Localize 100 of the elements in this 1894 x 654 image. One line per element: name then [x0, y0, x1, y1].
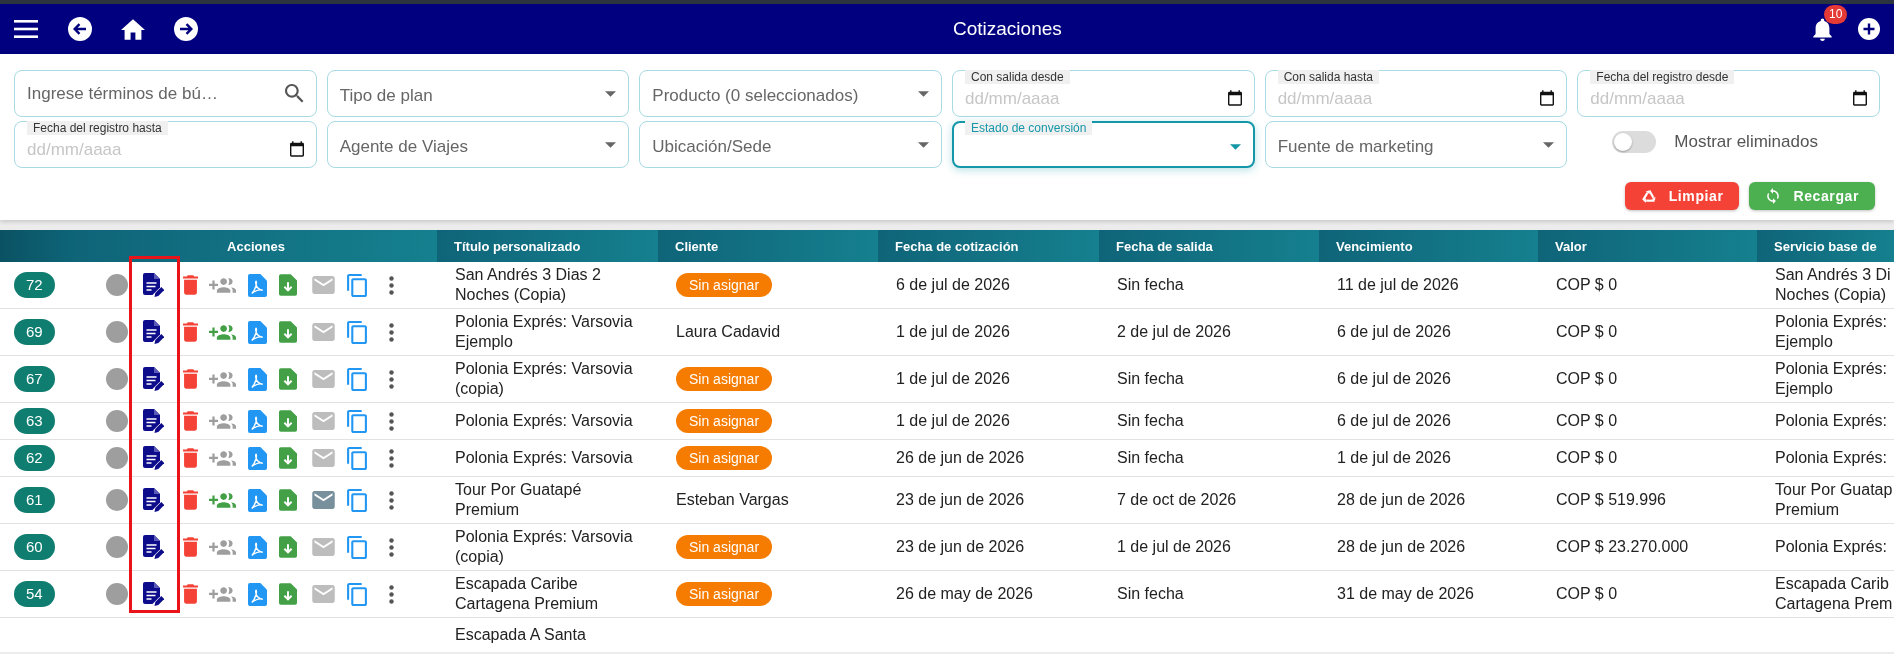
- status-dot-icon[interactable]: [106, 447, 128, 469]
- status-dot-icon[interactable]: [106, 368, 128, 390]
- document-edit-icon[interactable]: [143, 582, 164, 606]
- copy-icon[interactable]: [347, 535, 367, 559]
- client-badge: Sin asignar: [676, 582, 773, 606]
- trash-icon[interactable]: [183, 322, 198, 342]
- quote-title: San Andrés 3 Dias 2 Noches (Copia): [455, 265, 602, 305]
- copy-icon[interactable]: [347, 446, 367, 470]
- more-options-icon[interactable]: [389, 584, 394, 604]
- status-dot-icon[interactable]: [106, 274, 128, 296]
- dropdown-field[interactable]: Fuente de marketing: [1264, 121, 1568, 168]
- mail-icon[interactable]: [312, 276, 335, 294]
- quote-date: 23 de jun de 2026: [896, 537, 1025, 557]
- mail-icon[interactable]: [312, 323, 335, 341]
- toggle-switch[interactable]: [1612, 130, 1657, 153]
- mail-icon[interactable]: [312, 585, 335, 603]
- add-people-icon[interactable]: [209, 370, 236, 388]
- copy-icon[interactable]: [347, 273, 367, 297]
- departure-date: 1 de jul de 2026: [1117, 537, 1231, 557]
- file-download-icon[interactable]: [279, 583, 297, 605]
- pdf-icon[interactable]: [248, 582, 267, 606]
- pdf-icon[interactable]: [248, 320, 267, 344]
- copy-icon[interactable]: [347, 488, 367, 512]
- status-dot-icon[interactable]: [106, 321, 128, 343]
- trash-icon[interactable]: [183, 411, 198, 431]
- add-people-icon[interactable]: [209, 412, 236, 430]
- file-download-icon[interactable]: [279, 447, 297, 469]
- quote-date: 1 de jul de 2026: [896, 369, 1010, 389]
- home-icon[interactable]: [121, 18, 145, 40]
- menu-icon[interactable]: [14, 20, 38, 38]
- pdf-icon[interactable]: [248, 367, 267, 391]
- file-download-icon[interactable]: [279, 321, 297, 343]
- copy-icon[interactable]: [347, 367, 367, 391]
- more-options-icon[interactable]: [389, 275, 394, 295]
- pdf-icon[interactable]: [248, 446, 267, 470]
- more-options-icon[interactable]: [389, 537, 394, 557]
- pdf-icon[interactable]: [248, 273, 267, 297]
- copy-icon[interactable]: [347, 320, 367, 344]
- more-options-icon[interactable]: [389, 369, 394, 389]
- service-name: Polonia Exprés:: [1775, 411, 1888, 431]
- column-header: Cliente: [658, 230, 878, 262]
- back-icon[interactable]: [68, 17, 92, 41]
- mail-icon[interactable]: [312, 370, 335, 388]
- document-edit-icon[interactable]: [143, 488, 164, 512]
- pdf-icon[interactable]: [248, 488, 267, 512]
- more-options-icon[interactable]: [389, 490, 394, 510]
- mail-icon[interactable]: [312, 491, 335, 509]
- mail-icon[interactable]: [312, 449, 335, 467]
- dropdown-field[interactable]: Ubicación/Sede: [639, 121, 942, 168]
- copy-icon[interactable]: [347, 409, 367, 433]
- trash-icon[interactable]: [183, 448, 198, 468]
- document-edit-icon[interactable]: [143, 367, 164, 391]
- add-people-icon[interactable]: [209, 276, 236, 294]
- document-edit-icon[interactable]: [143, 320, 164, 344]
- column-header: Acciones: [75, 230, 437, 262]
- add-people-icon[interactable]: [209, 323, 236, 341]
- file-download-icon[interactable]: [279, 410, 297, 432]
- dropdown-field[interactable]: Producto (0 seleccionados): [639, 70, 942, 117]
- add-people-icon[interactable]: [209, 449, 236, 467]
- add-people-icon[interactable]: [209, 585, 236, 603]
- file-download-icon[interactable]: [279, 536, 297, 558]
- document-edit-icon[interactable]: [143, 409, 164, 433]
- status-dot-icon[interactable]: [106, 410, 128, 432]
- add-people-icon[interactable]: [209, 491, 236, 509]
- quote-title: Escapada Caribe Cartagena Premium: [455, 574, 600, 614]
- forward-icon[interactable]: [174, 17, 198, 41]
- document-edit-icon[interactable]: [143, 446, 164, 470]
- clear-button[interactable]: Limpiar: [1624, 182, 1740, 210]
- trash-icon[interactable]: [183, 275, 198, 295]
- bell-icon[interactable]: [1813, 17, 1832, 41]
- more-options-icon[interactable]: [389, 411, 394, 431]
- copy-icon[interactable]: [347, 582, 367, 606]
- document-edit-icon[interactable]: [143, 273, 164, 297]
- file-download-icon[interactable]: [279, 274, 297, 296]
- date-field[interactable]: Con salida desde dd/mm/aaaa: [952, 70, 1255, 117]
- more-options-icon[interactable]: [389, 322, 394, 342]
- date-field[interactable]: Fecha del registro desde dd/mm/aaaa: [1577, 70, 1880, 117]
- mail-icon[interactable]: [312, 412, 335, 430]
- dropdown-field[interactable]: Agente de Viajes: [326, 121, 630, 168]
- file-download-icon[interactable]: [279, 368, 297, 390]
- trash-icon[interactable]: [183, 369, 198, 389]
- file-download-icon[interactable]: [279, 489, 297, 511]
- trash-icon[interactable]: [183, 537, 198, 557]
- document-edit-icon[interactable]: [143, 535, 164, 559]
- add-icon[interactable]: [1858, 18, 1880, 40]
- dropdown-field[interactable]: Tipo de plan: [326, 70, 630, 117]
- status-dot-icon[interactable]: [106, 536, 128, 558]
- trash-icon[interactable]: [183, 584, 198, 604]
- trash-icon[interactable]: [183, 490, 198, 510]
- date-field[interactable]: Con salida hasta dd/mm/aaaa: [1264, 70, 1568, 117]
- mail-icon[interactable]: [312, 538, 335, 556]
- pdf-icon[interactable]: [248, 409, 267, 433]
- status-dot-icon[interactable]: [106, 489, 128, 511]
- add-people-icon[interactable]: [209, 538, 236, 556]
- date-field[interactable]: Fecha del registro hasta dd/mm/aaaa: [14, 121, 317, 168]
- status-dot-icon[interactable]: [106, 583, 128, 605]
- pdf-icon[interactable]: [248, 535, 267, 559]
- search-field[interactable]: Ingrese términos de bú…: [14, 70, 317, 117]
- dropdown-field[interactable]: Estado de conversión: [952, 121, 1255, 168]
- more-options-icon[interactable]: [389, 448, 394, 468]
